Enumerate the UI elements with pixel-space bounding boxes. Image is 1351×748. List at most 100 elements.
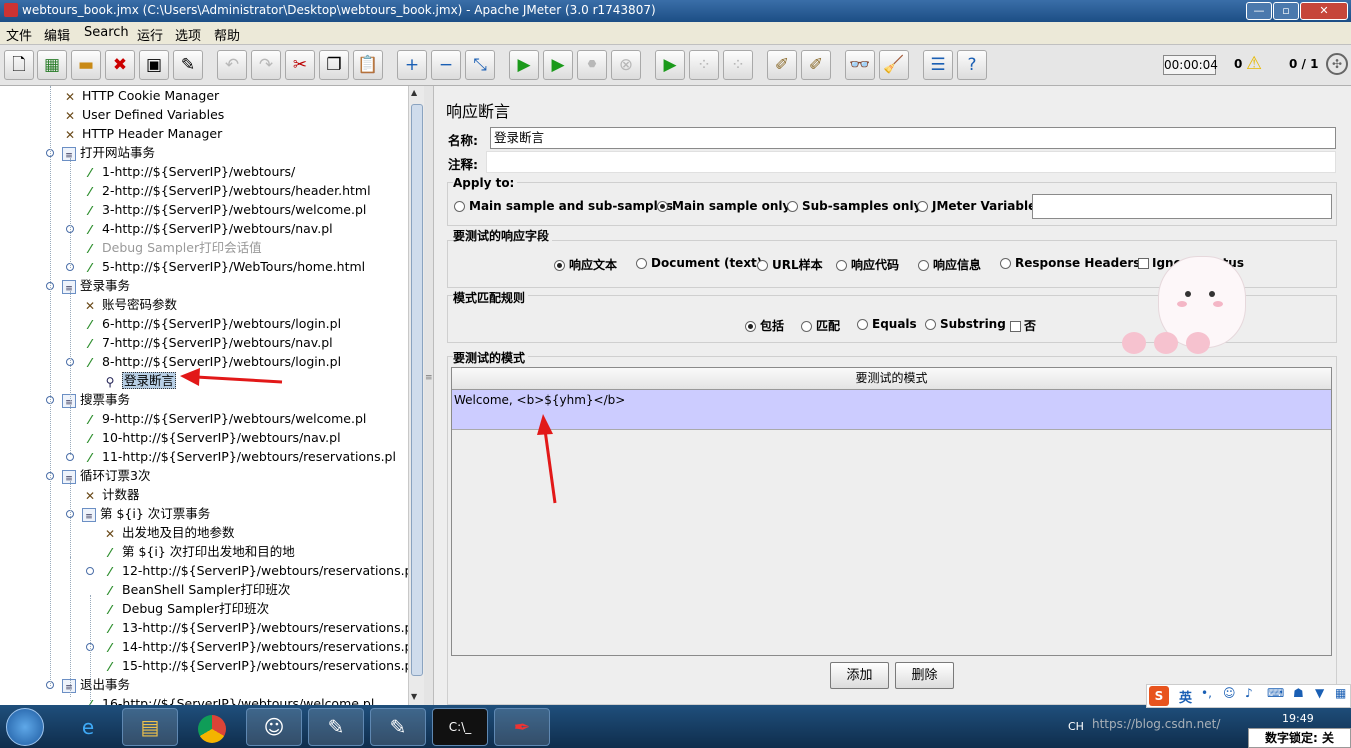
start-orb-icon[interactable]	[6, 708, 44, 746]
templates-icon[interactable]: ▦	[37, 50, 67, 80]
field-response-code-radio[interactable]: 响应代码	[836, 256, 899, 273]
copy-icon[interactable]: ❐	[319, 50, 349, 80]
toggle-icon[interactable]: ⤡	[465, 50, 495, 80]
menu-run[interactable]: 运行	[137, 25, 163, 44]
cut-icon[interactable]: ✂	[285, 50, 315, 80]
expand-all-icon[interactable]: +	[397, 50, 427, 80]
remote-shutdown-icon[interactable]: ⁘	[723, 50, 753, 80]
tree-node[interactable]: ⁄ 15-http://${ServerIP}/webtours/reservat…	[102, 656, 408, 675]
cmd-icon[interactable]: C:\_	[432, 708, 488, 746]
tree-node[interactable]: ✕ 计数器	[82, 485, 140, 504]
tree-node[interactable]: ≡ 循环订票3次	[62, 466, 150, 485]
pattern-row[interactable]: Welcome, <b>${yhm}</b>	[452, 390, 1331, 430]
menu-search[interactable]: Search	[84, 25, 129, 40]
redo-icon[interactable]: ↷	[251, 50, 281, 80]
voice-icon[interactable]: ♪	[1245, 686, 1253, 700]
jmeter-task-icon[interactable]: ✒	[494, 708, 550, 746]
tree-node[interactable]: ≡ 退出事务	[62, 675, 130, 694]
tree-node[interactable]: ⁄ 13-http://${ServerIP}/webtours/reservat…	[102, 618, 408, 637]
tree-expand-handle[interactable]	[86, 567, 94, 575]
tree-node[interactable]: ✕ HTTP Cookie Manager	[62, 86, 219, 105]
scroll-up-icon[interactable]: ▲	[411, 88, 417, 97]
split-divider[interactable]: ≡	[424, 86, 433, 705]
clear-icon[interactable]: ✐	[767, 50, 797, 80]
tools-icon[interactable]: ▦	[1335, 686, 1346, 700]
notepad-icon[interactable]: ✎	[308, 708, 364, 746]
tree-node[interactable]: ⁄ 5-http://${ServerIP}/WebTours/home.html	[82, 257, 365, 276]
skin-icon[interactable]: ▼	[1315, 686, 1324, 700]
warning-icon[interactable]: ⚠	[1246, 54, 1262, 74]
test-plan-tree[interactable]: ✕ HTTP Cookie Manager ✕ User Defined Variab…	[0, 86, 408, 705]
rule-not-checkbox[interactable]: 否	[1010, 317, 1036, 334]
help-icon[interactable]: ?	[957, 50, 987, 80]
chrome-icon[interactable]	[184, 708, 240, 746]
tree-node[interactable]: ⚲ 登录断言	[102, 371, 177, 390]
maximize-button[interactable]: ▫	[1273, 2, 1299, 20]
rule-substring-radio[interactable]: Substring	[925, 317, 1006, 331]
tree-node[interactable]: ✕ 出发地及目的地参数	[102, 523, 235, 542]
tree-node[interactable]: ⁄ 1-http://${ServerIP}/webtours/	[82, 162, 295, 181]
emoji-icon[interactable]: ☺	[1223, 686, 1236, 700]
tree-node[interactable]: ✕ HTTP Header Manager	[62, 124, 222, 143]
delete-button[interactable]: 删除	[895, 662, 954, 689]
tree-node[interactable]: ⁄ 9-http://${ServerIP}/webtours/welcome.p…	[82, 409, 366, 428]
stop-icon[interactable]: ⬣	[577, 50, 607, 80]
shutdown-icon[interactable]: ⊗	[611, 50, 641, 80]
new-icon[interactable]: 🗋	[4, 50, 34, 80]
paste-icon[interactable]: 📋	[353, 50, 383, 80]
tree-node[interactable]: ⁄ Debug Sampler打印班次	[102, 599, 269, 618]
field-response-headers-radio[interactable]: Response Headers	[1000, 256, 1140, 270]
sogou-icon[interactable]: S	[1149, 686, 1169, 706]
scroll-down-icon[interactable]: ▼	[411, 692, 417, 701]
start-no-pauses-icon[interactable]: ▶	[543, 50, 573, 80]
field-response-message-radio[interactable]: 响应信息	[918, 256, 981, 273]
tree-node[interactable]: ⁄ 6-http://${ServerIP}/webtours/login.pl	[82, 314, 341, 333]
reset-search-icon[interactable]: 🧹	[879, 50, 909, 80]
tree-node[interactable]: ⁄ 14-http://${ServerIP}/webtours/reservat…	[102, 637, 408, 656]
menu-file[interactable]: 文件	[6, 25, 32, 44]
rule-contains-radio[interactable]: 包括	[745, 317, 784, 334]
app-face-icon[interactable]: ☺	[246, 708, 302, 746]
tree-node[interactable]: ≡ 打开网站事务	[62, 143, 155, 162]
tree-node[interactable]: ⁄ BeanShell Sampler打印班次	[102, 580, 290, 599]
tree-node[interactable]: ✕ User Defined Variables	[62, 105, 224, 124]
menu-edit[interactable]: 编辑	[44, 25, 70, 44]
apply-sub-only-radio[interactable]: Sub-samples only	[787, 199, 921, 213]
tree-node[interactable]: ⁄ 第 ${i} 次打印出发地和目的地	[102, 542, 295, 561]
remote-stop-icon[interactable]: ⁘	[689, 50, 719, 80]
add-button[interactable]: 添加	[830, 662, 889, 689]
function-helper-icon[interactable]: ☰	[923, 50, 953, 80]
ie-icon[interactable]: e	[60, 708, 116, 746]
patterns-column-header[interactable]: 要测试的模式	[452, 368, 1331, 390]
tree-node[interactable]: ⁄ 7-http://${ServerIP}/webtours/nav.pl	[82, 333, 333, 352]
tree-node[interactable]: ⁄ 12-http://${ServerIP}/webtours/reservat…	[102, 561, 408, 580]
save-image-icon[interactable]: ✎	[173, 50, 203, 80]
field-response-text-radio[interactable]: 响应文本	[554, 256, 617, 273]
tree-node[interactable]: ⁄ 10-http://${ServerIP}/webtours/nav.pl	[82, 428, 341, 447]
explorer-icon[interactable]: ▤	[122, 708, 178, 746]
rule-equals-radio[interactable]: Equals	[857, 317, 917, 331]
tree-node[interactable]: ≡ 搜票事务	[62, 390, 130, 409]
punctuation-icon[interactable]: •,	[1201, 686, 1212, 700]
undo-icon[interactable]: ↶	[217, 50, 247, 80]
tree-node[interactable]: ⁄ 8-http://${ServerIP}/webtours/login.pl	[82, 352, 341, 371]
open-icon[interactable]: ▬	[71, 50, 101, 80]
close-file-icon[interactable]: ✖	[105, 50, 135, 80]
comment-input[interactable]	[486, 151, 1336, 173]
tree-node[interactable]: ⁄ 2-http://${ServerIP}/webtours/header.ht…	[82, 181, 371, 200]
start-icon[interactable]: ▶	[509, 50, 539, 80]
tree-node[interactable]: ≡ 登录事务	[62, 276, 130, 295]
menu-options[interactable]: 选项	[175, 25, 201, 44]
tree-node[interactable]: ⁄ Debug Sampler打印会话值	[82, 238, 262, 257]
clear-all-icon[interactable]: ✐	[801, 50, 831, 80]
collapse-all-icon[interactable]: −	[431, 50, 461, 80]
tree-scrollbar[interactable]: ▲ ▼	[408, 86, 424, 705]
remote-start-icon[interactable]: ▶	[655, 50, 685, 80]
tree-node[interactable]: ⁄ 3-http://${ServerIP}/webtours/welcome.p…	[82, 200, 366, 219]
field-document-text-radio[interactable]: Document (text)	[636, 256, 762, 270]
minimize-button[interactable]: —	[1246, 2, 1272, 20]
apply-main-and-sub-radio[interactable]: Main sample and sub-samples	[454, 199, 673, 213]
tree-node[interactable]: ⁄ 16-http://${ServerIP}/webtours/welcome.…	[82, 694, 374, 705]
user-icon[interactable]: ☗	[1293, 686, 1304, 700]
ime-mode-label[interactable]: 英	[1179, 687, 1192, 706]
